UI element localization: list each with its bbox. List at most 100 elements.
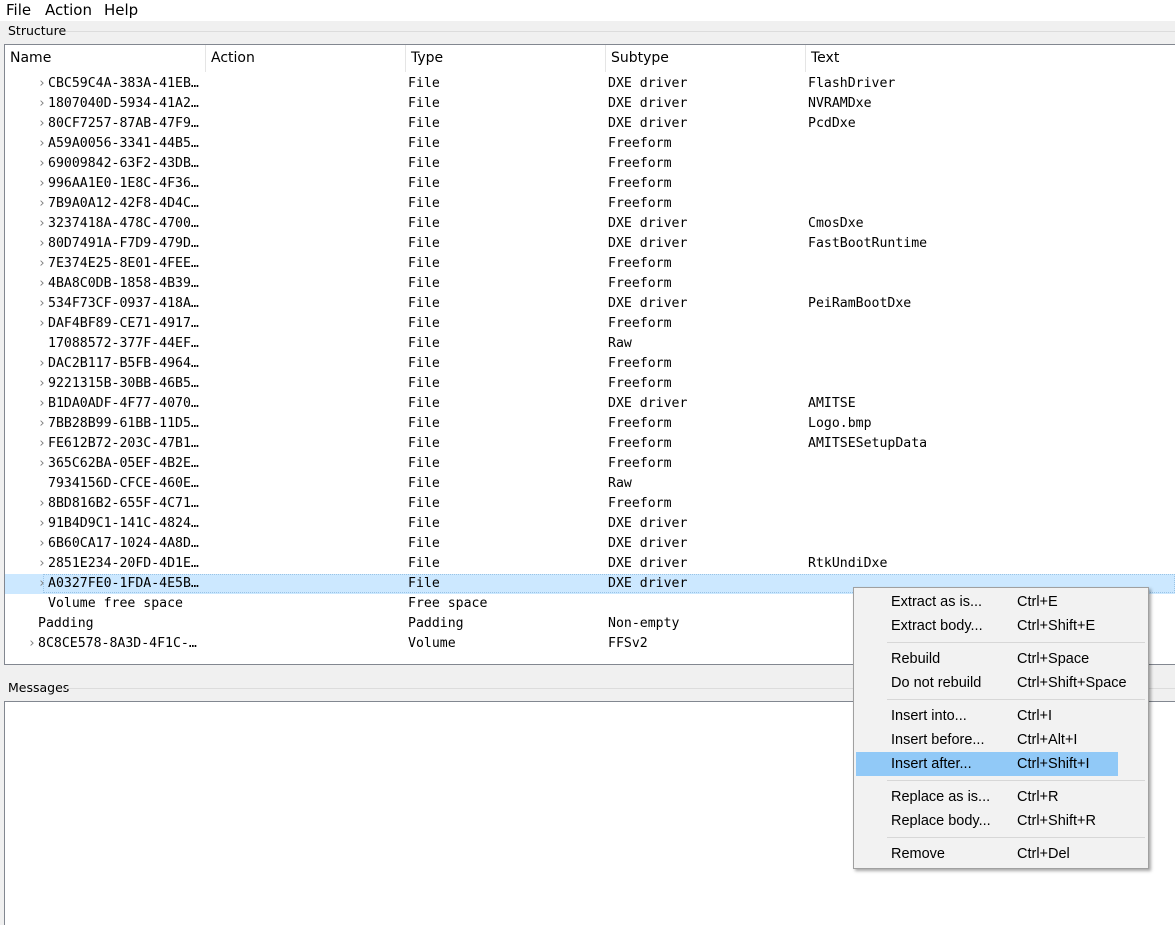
menu-help[interactable]: Help	[104, 1, 138, 19]
tree-row[interactable]: › 6B60CA17-1024-4A8D… File DXE driver	[5, 534, 1175, 554]
chevron-right-icon[interactable]: ›	[37, 454, 47, 474]
subtype-cell: Freeform	[608, 416, 672, 431]
type-cell: File	[408, 316, 440, 331]
tree-row[interactable]: › 7B9A0A12-42F8-4D4C… File Freeform	[5, 194, 1175, 214]
type-cell: File	[408, 176, 440, 191]
column-header-name[interactable]: Name	[5, 45, 206, 72]
chevron-right-icon[interactable]: ›	[27, 634, 37, 654]
type-cell: File	[408, 336, 440, 351]
tree-row[interactable]: › A59A0056-3341-44B5… File Freeform	[5, 134, 1175, 154]
menu-item-remove[interactable]: Remove Ctrl+Del	[856, 842, 1118, 866]
menu-item-shortcut: Ctrl+Shift+I	[1017, 756, 1090, 772]
subtype-cell: DXE driver	[608, 76, 688, 91]
tree-row[interactable]: › DAF4BF89-CE71-4917… File Freeform	[5, 314, 1175, 334]
tree-row[interactable]: › 3237418A-478C-4700… File DXE driver CmosDx…	[5, 214, 1175, 234]
menu-action[interactable]: Action	[45, 1, 92, 19]
tree-row[interactable]: › 91B4D9C1-141C-4824… File DXE driver	[5, 514, 1175, 534]
menu-file[interactable]: File	[6, 1, 31, 19]
menu-item-extract-as-is[interactable]: Extract as is... Ctrl+E	[856, 590, 1118, 614]
type-cell: File	[408, 156, 440, 171]
chevron-right-icon[interactable]: ›	[37, 174, 47, 194]
tree-row[interactable]: › 80CF7257-87AB-47F9… File DXE driver PcdDxe	[5, 114, 1175, 134]
tree-row[interactable]: › 534F73CF-0937-418A… File DXE driver PeiRam…	[5, 294, 1175, 314]
menu-item-replace-body[interactable]: Replace body... Ctrl+Shift+R	[856, 809, 1118, 833]
chevron-right-icon[interactable]: ›	[37, 554, 47, 574]
tree-row[interactable]: › 996AA1E0-1E8C-4F36… File Freeform	[5, 174, 1175, 194]
menu-item-label: Replace as is...	[891, 789, 991, 805]
column-header-action[interactable]: Action	[206, 45, 406, 72]
structure-tree[interactable]: Name Action Type Subtype Text › CBC59C4A-…	[4, 44, 1175, 665]
menu-item-label: Insert into...	[891, 708, 967, 724]
chevron-right-icon[interactable]: ›	[37, 514, 47, 534]
tree-header: Name Action Type Subtype Text	[5, 45, 1175, 72]
tree-row[interactable]: › 365C62BA-05EF-4B2E… File Freeform	[5, 454, 1175, 474]
tree-row[interactable]: › 4BA8C0DB-1858-4B39… File Freeform	[5, 274, 1175, 294]
menu-item-replace-as-is[interactable]: Replace as is... Ctrl+R	[856, 785, 1118, 809]
type-cell: File	[408, 396, 440, 411]
chevron-right-icon[interactable]: ›	[37, 274, 47, 294]
chevron-right-icon[interactable]: ›	[37, 354, 47, 374]
chevron-right-icon[interactable]: ›	[37, 434, 47, 454]
chevron-right-icon[interactable]: ›	[37, 394, 47, 414]
chevron-right-icon[interactable]: ›	[37, 214, 47, 234]
chevron-right-icon[interactable]: ›	[37, 374, 47, 394]
subtype-cell: DXE driver	[608, 96, 688, 111]
chevron-right-icon[interactable]: ›	[37, 74, 47, 94]
name-cell: 69009842-63F2-43DB…	[48, 156, 199, 171]
name-cell: FE612B72-203C-47B1…	[48, 436, 199, 451]
tree-row[interactable]: › 1807040D-5934-41A2… File DXE driver NVRAMD…	[5, 94, 1175, 114]
column-header-text[interactable]: Text	[806, 45, 1175, 72]
name-cell: B1DA0ADF-4F77-4070…	[48, 396, 199, 411]
tree-row[interactable]: › 9221315B-30BB-46B5… File Freeform	[5, 374, 1175, 394]
menu-item-rebuild[interactable]: Rebuild Ctrl+Space	[856, 647, 1118, 671]
tree-row[interactable]: › 7E374E25-8E01-4FEE… File Freeform	[5, 254, 1175, 274]
name-cell: A59A0056-3341-44B5…	[48, 136, 199, 151]
subtype-cell: Freeform	[608, 456, 672, 471]
type-cell: File	[408, 136, 440, 151]
subtype-cell: DXE driver	[608, 296, 688, 311]
menu-item-insert-after[interactable]: Insert after... Ctrl+Shift+I	[856, 752, 1118, 776]
text-cell: NVRAMDxe	[808, 96, 872, 111]
type-cell: File	[408, 416, 440, 431]
text-cell: Logo.bmp	[808, 416, 872, 431]
chevron-right-icon[interactable]: ›	[37, 194, 47, 214]
tree-row[interactable]: › CBC59C4A-383A-41EB… File DXE driver FlashD…	[5, 74, 1175, 94]
subtype-cell: Freeform	[608, 196, 672, 211]
chevron-right-icon[interactable]: ›	[37, 414, 47, 434]
menu-item-insert-into[interactable]: Insert into... Ctrl+I	[856, 704, 1118, 728]
menu-item-extract-body[interactable]: Extract body... Ctrl+Shift+E	[856, 614, 1118, 638]
tree-row[interactable]: › 7BB28B99-61BB-11D5… File Freeform Logo.bmp	[5, 414, 1175, 434]
tree-row[interactable]: 17088572-377F-44EF… File Raw	[5, 334, 1175, 354]
chevron-right-icon[interactable]: ›	[37, 254, 47, 274]
tree-row[interactable]: › 69009842-63F2-43DB… File Freeform	[5, 154, 1175, 174]
chevron-right-icon[interactable]: ›	[37, 314, 47, 334]
chevron-right-icon[interactable]: ›	[37, 94, 47, 114]
chevron-right-icon[interactable]: ›	[37, 134, 47, 154]
column-header-type[interactable]: Type	[406, 45, 606, 72]
chevron-right-icon[interactable]: ›	[37, 114, 47, 134]
chevron-right-icon[interactable]: ›	[37, 494, 47, 514]
chevron-right-icon[interactable]: ›	[37, 294, 47, 314]
name-cell: 534F73CF-0937-418A…	[48, 296, 199, 311]
chevron-right-icon[interactable]: ›	[37, 234, 47, 254]
tree-row[interactable]: › 80D7491A-F7D9-479D… File DXE driver FastBo…	[5, 234, 1175, 254]
tree-row[interactable]: 7934156D-CFCE-460E… File Raw	[5, 474, 1175, 494]
tree-row[interactable]: › 8BD816B2-655F-4C71… File Freeform	[5, 494, 1175, 514]
tree-row[interactable]: › FE612B72-203C-47B1… File Freeform AMITSESe…	[5, 434, 1175, 454]
chevron-right-icon[interactable]: ›	[37, 534, 47, 554]
type-cell: File	[408, 476, 440, 491]
menu-item-insert-before[interactable]: Insert before... Ctrl+Alt+I	[856, 728, 1118, 752]
chevron-right-icon[interactable]: ›	[37, 574, 47, 594]
chevron-right-icon[interactable]: ›	[37, 154, 47, 174]
menu-item-shortcut: Ctrl+Del	[1017, 846, 1070, 862]
tree-row[interactable]: › B1DA0ADF-4F77-4070… File DXE driver AMITSE	[5, 394, 1175, 414]
tree-row[interactable]: › DAC2B117-B5FB-4964… File Freeform	[5, 354, 1175, 374]
menu-item-do-not-rebuild[interactable]: Do not rebuild Ctrl+Shift+Space	[856, 671, 1127, 695]
menu-item-shortcut: Ctrl+R	[1017, 789, 1059, 805]
subtype-cell: DXE driver	[608, 556, 688, 571]
type-cell: File	[408, 556, 440, 571]
type-cell: File	[408, 216, 440, 231]
column-header-subtype[interactable]: Subtype	[606, 45, 806, 72]
type-cell: Padding	[408, 616, 464, 631]
tree-row[interactable]: › 2851E234-20FD-4D1E… File DXE driver RtkUnd…	[5, 554, 1175, 574]
